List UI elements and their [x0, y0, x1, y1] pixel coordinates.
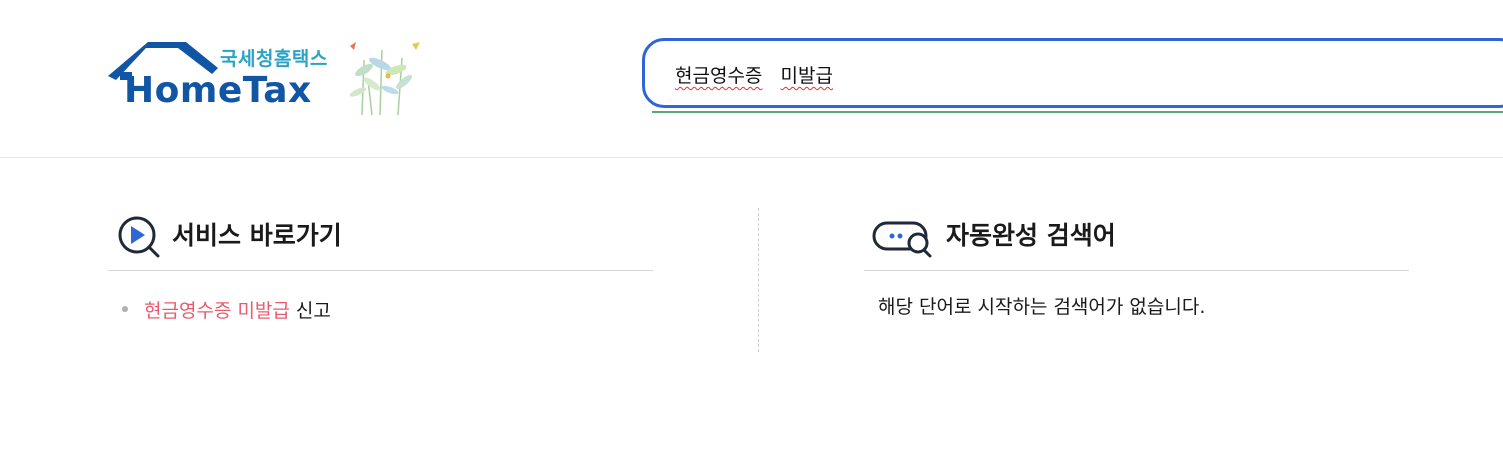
service-item[interactable]: 현금영수증 미발급 신고: [122, 296, 331, 323]
service-item-rest: 신고: [289, 300, 331, 322]
logo-english-text: HomeTax: [124, 70, 312, 111]
service-item-highlight: 현금영수증 미발급: [144, 300, 290, 322]
search-value-space: [768, 65, 774, 87]
service-shortcut-header: 서비스 바로가기: [108, 210, 653, 271]
service-shortcut-panel: 서비스 바로가기 현금영수증 미발급 신고: [108, 210, 653, 322]
autocomplete-header: 자동완성 검색어: [864, 210, 1409, 271]
chat-search-icon: [872, 221, 932, 258]
service-list: 현금영수증 미발급 신고: [122, 296, 331, 323]
search-value-word1: 현금영수증: [675, 65, 763, 87]
search-value-word2: 미발급: [780, 65, 833, 87]
hometax-logo[interactable]: 국세청홈택스 HomeTax: [108, 40, 438, 120]
autocomplete-empty-message: 해당 단어로 시작하는 검색어가 없습니다.: [878, 296, 1206, 318]
search-box[interactable]: 현금영수증 미발급: [642, 38, 1503, 108]
logo-korean-text: 국세청홈택스: [220, 48, 328, 70]
bullet-dot: [122, 306, 128, 312]
panel-divider: [758, 208, 759, 352]
search-input[interactable]: 현금영수증 미발급: [675, 61, 833, 88]
plant-decoration-icon: [349, 42, 420, 116]
search-underline: [652, 111, 1503, 113]
service-shortcut-title: 서비스 바로가기: [172, 221, 342, 250]
site-header: 국세청홈택스 HomeTax 현금영수증 미발급: [0, 0, 1503, 158]
play-magnifier-icon: [118, 216, 160, 258]
autocomplete-title: 자동완성 검색어: [946, 221, 1116, 250]
autocomplete-panel: 자동완성 검색어 해당 단어로 시작하는 검색어가 없습니다.: [864, 210, 1409, 318]
